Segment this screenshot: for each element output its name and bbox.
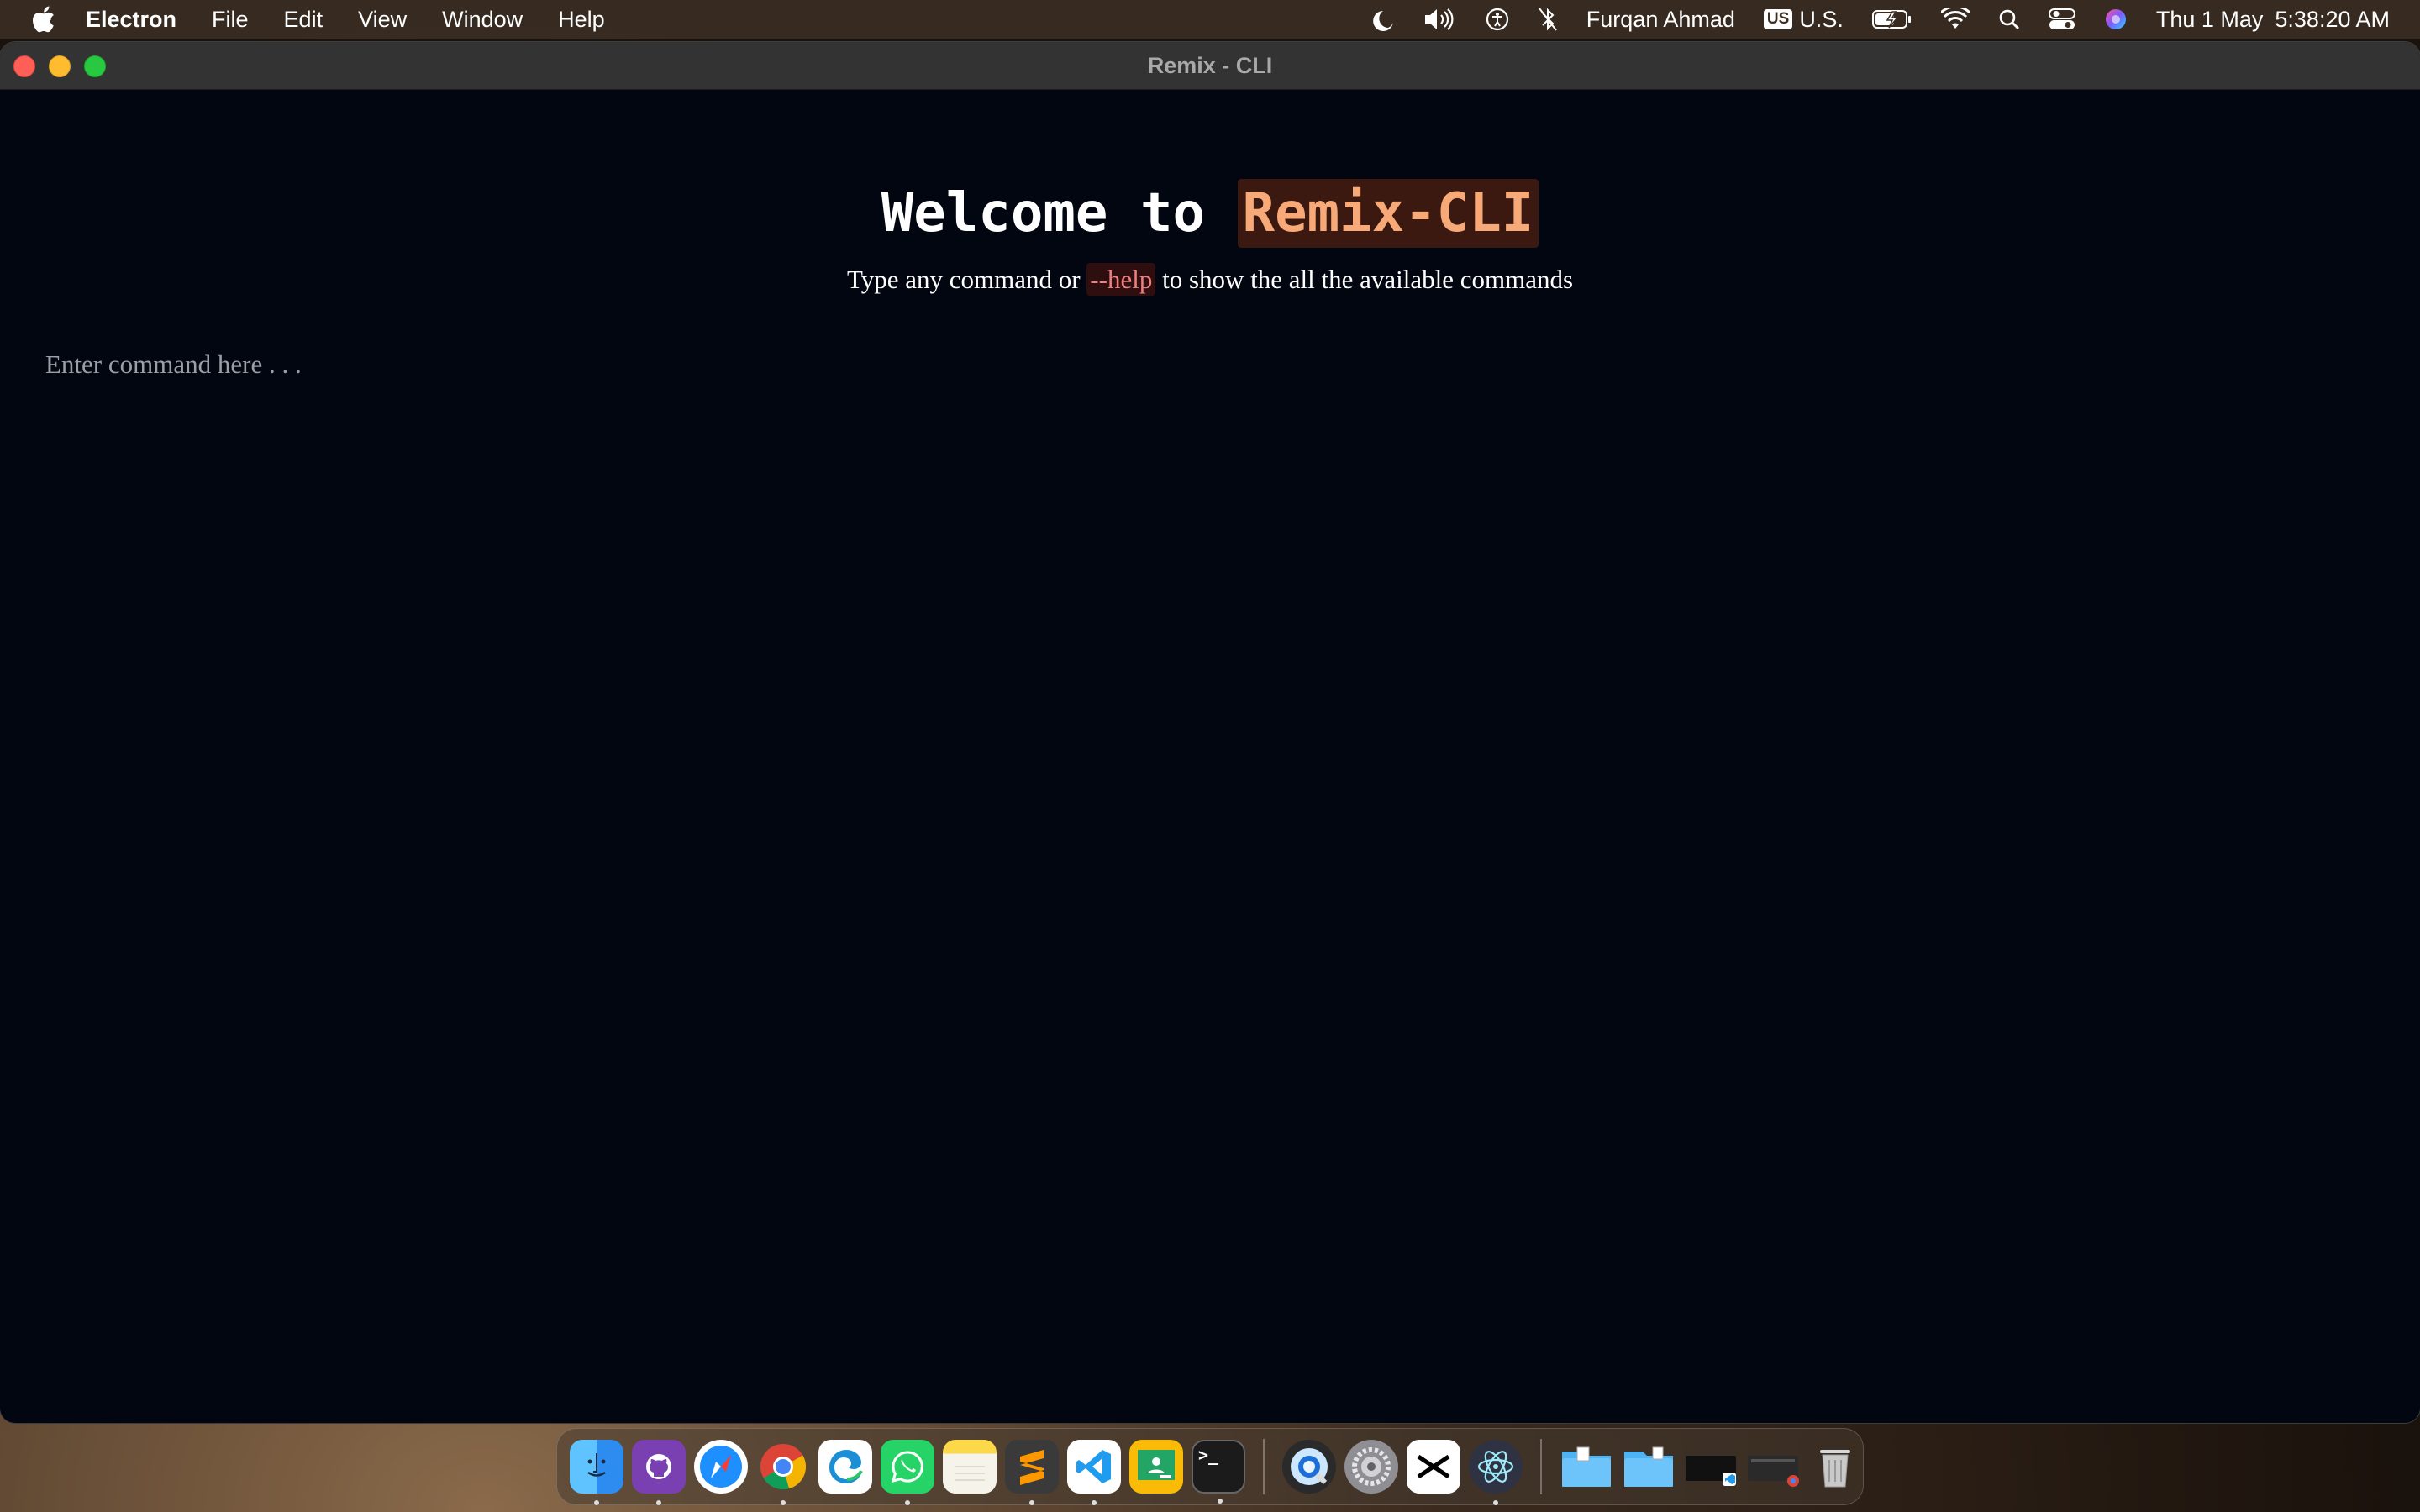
command-input[interactable] bbox=[45, 344, 1054, 386]
menu-bar: Electron File Edit View Window Help Furq… bbox=[0, 0, 2420, 39]
brand-name: Remix-CLI bbox=[1237, 179, 1539, 248]
input-source[interactable]: US U.S. bbox=[1763, 6, 1844, 33]
electron-icon[interactable] bbox=[1469, 1440, 1523, 1505]
safari-icon[interactable] bbox=[694, 1440, 748, 1494]
folder-documents-icon[interactable] bbox=[1560, 1440, 1613, 1494]
focus-moon-icon[interactable] bbox=[1372, 8, 1395, 31]
input-source-badge: US bbox=[1763, 9, 1793, 29]
window-title: Remix - CLI bbox=[1147, 52, 1273, 78]
volume-icon[interactable] bbox=[1423, 8, 1457, 31]
user-name-label[interactable]: Furqan Ahmad bbox=[1586, 7, 1735, 33]
app-menu-electron[interactable]: Electron bbox=[86, 7, 176, 33]
google-classroom-icon[interactable] bbox=[1129, 1440, 1183, 1494]
window-controls bbox=[13, 55, 119, 77]
clock-time: 5:38:20 AM bbox=[2275, 6, 2390, 32]
clock[interactable]: Thu 1 May 5:38:20 AM bbox=[2156, 7, 2390, 33]
accessibility-icon[interactable] bbox=[1486, 8, 1509, 31]
clock-date: Thu 1 May bbox=[2155, 6, 2264, 32]
running-indicator bbox=[1029, 1500, 1034, 1505]
terminal-content: Welcome to Remix-CLI Type any command or… bbox=[0, 90, 2420, 1423]
quicktime-icon[interactable] bbox=[1282, 1440, 1336, 1494]
fullscreen-window-button[interactable] bbox=[84, 55, 106, 77]
running-indicator bbox=[1218, 1499, 1223, 1504]
close-window-button[interactable] bbox=[13, 55, 35, 77]
menu-view[interactable]: View bbox=[358, 7, 407, 33]
edge-icon[interactable] bbox=[818, 1440, 872, 1494]
terminal-icon[interactable]: >_ bbox=[1192, 1440, 1245, 1504]
welcome-prefix: Welcome to bbox=[881, 182, 1238, 244]
chrome-icon[interactable] bbox=[756, 1440, 810, 1505]
menu-help[interactable]: Help bbox=[558, 7, 605, 33]
chrome-window-thumbnail-icon[interactable] bbox=[1746, 1440, 1800, 1494]
welcome-heading: Welcome to Remix-CLI bbox=[0, 179, 2420, 248]
app-window: Remix - CLI Welcome to Remix-CLI Type an… bbox=[0, 42, 2420, 1423]
siri-icon[interactable] bbox=[2104, 8, 2128, 31]
notes-icon[interactable] bbox=[943, 1440, 997, 1494]
dock-separator bbox=[1263, 1439, 1265, 1494]
subtitle-text-before: Type any command or bbox=[846, 265, 1087, 294]
running-indicator bbox=[1493, 1500, 1498, 1505]
running-indicator bbox=[1092, 1500, 1097, 1505]
running-indicator bbox=[656, 1500, 661, 1505]
capcut-icon[interactable] bbox=[1407, 1440, 1460, 1494]
finder-icon[interactable] bbox=[570, 1440, 623, 1505]
input-source-label: U.S. bbox=[1799, 6, 1844, 32]
folder-downloads-icon[interactable] bbox=[1622, 1440, 1676, 1494]
dock-separator bbox=[1540, 1439, 1542, 1494]
control-center-icon[interactable] bbox=[2048, 8, 2075, 31]
dock: >_ bbox=[556, 1428, 1864, 1505]
vscode-icon[interactable] bbox=[1067, 1440, 1121, 1505]
apple-menu-icon[interactable] bbox=[32, 6, 57, 33]
spotlight-search-icon[interactable] bbox=[1998, 8, 2020, 30]
subtitle-text-after: to show the all the available commands bbox=[1155, 265, 1574, 294]
welcome-subtitle: Type any command or --help to show the a… bbox=[0, 263, 2420, 296]
menu-window[interactable]: Window bbox=[442, 7, 523, 33]
wifi-icon[interactable] bbox=[1940, 8, 1970, 30]
minimize-window-button[interactable] bbox=[49, 55, 71, 77]
running-indicator bbox=[594, 1500, 599, 1505]
window-titlebar[interactable]: Remix - CLI bbox=[0, 42, 2420, 90]
bluetooth-off-icon[interactable] bbox=[1538, 7, 1558, 32]
running-indicator bbox=[905, 1500, 910, 1505]
system-settings-icon[interactable] bbox=[1344, 1440, 1398, 1494]
running-indicator bbox=[781, 1500, 786, 1505]
menu-edit[interactable]: Edit bbox=[284, 7, 324, 33]
vscode-window-thumbnail-icon[interactable] bbox=[1684, 1440, 1738, 1494]
help-flag-code: --help bbox=[1086, 263, 1156, 296]
whatsapp-icon[interactable] bbox=[881, 1440, 934, 1505]
battery-charging-icon[interactable] bbox=[1871, 8, 1912, 30]
trash-icon[interactable] bbox=[1808, 1440, 1862, 1494]
menu-file[interactable]: File bbox=[212, 7, 249, 33]
sublime-text-icon[interactable] bbox=[1005, 1440, 1059, 1505]
github-desktop-icon[interactable] bbox=[632, 1440, 686, 1505]
